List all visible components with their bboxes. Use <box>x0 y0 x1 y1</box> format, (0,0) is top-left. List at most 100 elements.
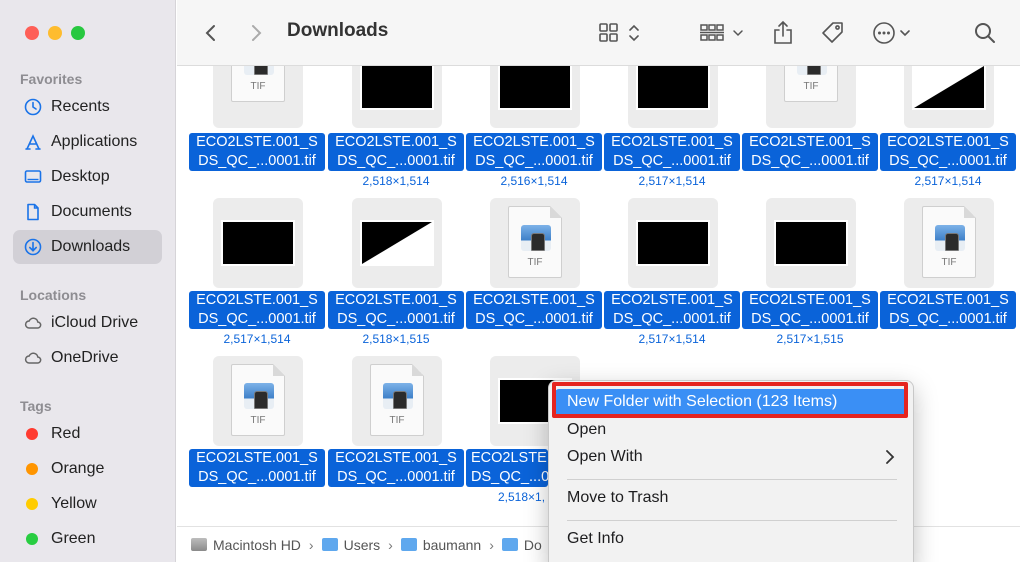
chevron-right-icon <box>252 25 262 41</box>
cloud-icon <box>24 349 42 367</box>
document-icon <box>24 203 42 221</box>
path-item-users[interactable]: Users <box>321 536 381 553</box>
cloud-icon <box>24 314 42 332</box>
image-dimensions: 2,517×1,514 <box>638 174 706 188</box>
path-item-label: Macintosh HD <box>213 536 301 553</box>
tif-file-icon: TIF <box>904 198 994 288</box>
window-controls <box>25 26 85 40</box>
path-item-baumann[interactable]: baumann <box>400 536 482 553</box>
file-name: ECO2LSTE.001_S DS_QC_...0001.tif <box>604 133 740 171</box>
image-dimensions: 2,517×1,514 <box>638 332 706 346</box>
sidebar-item-label: Yellow <box>51 495 97 512</box>
image-thumbnail <box>628 66 718 128</box>
sidebar-item-desktop[interactable]: Desktop <box>13 160 162 194</box>
download-icon <box>24 238 42 256</box>
image-thumbnail <box>490 66 580 128</box>
green-tag-dot-icon <box>26 533 38 545</box>
forward-button[interactable] <box>242 18 270 48</box>
file-name: ECO2LSTE.001_S DS_QC_...0001.tif <box>328 291 464 329</box>
tif-file-icon: TIF <box>352 356 442 446</box>
sidebar-item-recents[interactable]: Recents <box>13 90 162 124</box>
sidebar-item-tag-yellow[interactable]: Yellow <box>13 487 162 521</box>
ellipsis-circle-icon <box>873 22 910 44</box>
sidebar: Favorites Recents Applications Desktop D… <box>0 0 176 562</box>
window-title: Downloads <box>287 20 389 41</box>
chevron-left-icon <box>205 25 215 41</box>
file-name: ECO2LSTE.001_S DS_QC_...0001.tif <box>604 291 740 329</box>
tif-file-icon: TIF <box>213 356 303 446</box>
path-item-label: baumann <box>422 536 482 553</box>
file-name: ECO2LSTE.001_S DS_QC_...0001.tif <box>880 291 1016 329</box>
path-item-label: Do <box>523 536 542 553</box>
menu-item-move-to-trash[interactable]: Move to Trash <box>555 485 907 511</box>
sidebar-item-label: Recents <box>51 98 110 115</box>
favorites-section-title: Favorites <box>20 71 83 87</box>
file-name: ECO2LSTE.001_S DS_QC_...0001.tif <box>328 133 464 171</box>
sidebar-item-tag-green[interactable]: Green <box>13 522 162 556</box>
sidebar-item-label: OneDrive <box>51 349 119 366</box>
close-window-button[interactable] <box>25 26 39 40</box>
sidebar-item-applications[interactable]: Applications <box>13 125 162 159</box>
folder-icon <box>321 538 338 551</box>
zoom-window-button[interactable] <box>71 26 85 40</box>
locations-section-title: Locations <box>20 287 87 303</box>
back-button[interactable] <box>197 18 225 48</box>
image-thumbnail <box>904 66 994 128</box>
highlight-annotation-box <box>552 382 908 418</box>
sidebar-item-documents[interactable]: Documents <box>13 195 162 229</box>
menu-item-label: Open With <box>567 448 643 465</box>
folder-icon <box>501 538 518 551</box>
sidebar-item-label: Orange <box>51 460 105 477</box>
desktop-icon <box>24 168 42 186</box>
image-thumbnail <box>628 198 718 288</box>
image-dimensions: 2,517×1,514 <box>914 174 982 188</box>
menu-item-label: Move to Trash <box>567 489 669 506</box>
file-name: ECO2LSTE.001_S DS_QC_...0001.tif <box>742 133 878 171</box>
group-by-button[interactable] <box>699 18 747 48</box>
sidebar-item-label: Desktop <box>51 168 110 185</box>
tags-button[interactable] <box>818 18 848 48</box>
sidebar-item-icloud-drive[interactable]: iCloud Drive <box>13 306 162 340</box>
menu-item-open-with[interactable]: Open With <box>555 444 907 470</box>
minimize-window-button[interactable] <box>48 26 62 40</box>
clock-icon <box>24 98 42 116</box>
sidebar-item-tag-red[interactable]: Red <box>13 417 162 451</box>
icon-grid-icon <box>599 23 639 42</box>
sidebar-item-onedrive[interactable]: OneDrive <box>13 341 162 375</box>
sidebar-item-label: Applications <box>51 133 138 150</box>
image-dimensions: 2,517×1,515 <box>776 332 844 346</box>
folder-icon <box>400 538 417 551</box>
file-name: ECO2LSTE.001_S DS_QC_...0001.tif <box>189 449 325 487</box>
menu-item-open[interactable]: Open <box>555 417 907 443</box>
menu-separator <box>567 520 897 521</box>
file-name: ECO2LSTE.001_S DS_QC_...0001.tif <box>189 133 325 171</box>
path-item-label: Users <box>343 536 381 553</box>
menu-item-label: Get Info <box>567 530 624 547</box>
image-dimensions: 2,517×1,514 <box>223 332 291 346</box>
image-dimensions: 2,518×1,515 <box>362 332 430 346</box>
search-button[interactable] <box>972 18 998 48</box>
path-separator: › <box>388 536 393 553</box>
share-button[interactable] <box>769 18 797 48</box>
share-icon <box>774 20 792 44</box>
view-mode-button[interactable] <box>597 18 645 48</box>
applications-icon <box>24 133 42 151</box>
tif-file-icon: TIF <box>490 198 580 288</box>
menu-item-get-info[interactable]: Get Info <box>555 526 907 552</box>
group-icon <box>700 24 743 41</box>
image-dimensions: 2,518×1,514 <box>362 174 430 188</box>
sidebar-item-label: Downloads <box>51 238 131 255</box>
path-item-downloads[interactable]: Do <box>501 536 542 553</box>
hard-drive-icon <box>191 538 207 551</box>
file-name: ECO2LSTE DS_QC_...0 <box>466 449 548 487</box>
sidebar-item-downloads[interactable]: Downloads <box>13 230 162 264</box>
file-name: ECO2LSTE.001_S DS_QC_...0001.tif <box>189 291 325 329</box>
path-item-macintosh-hd[interactable]: Macintosh HD <box>191 537 301 553</box>
tif-file-icon: TIF <box>766 66 856 128</box>
more-actions-button[interactable] <box>872 18 918 48</box>
sidebar-item-label: Green <box>51 530 96 547</box>
sidebar-item-tag-orange[interactable]: Orange <box>13 452 162 486</box>
file-name: ECO2LSTE.001_S DS_QC_...0001.tif <box>466 291 602 329</box>
image-thumbnail <box>352 198 442 288</box>
path-separator: › <box>308 536 314 553</box>
